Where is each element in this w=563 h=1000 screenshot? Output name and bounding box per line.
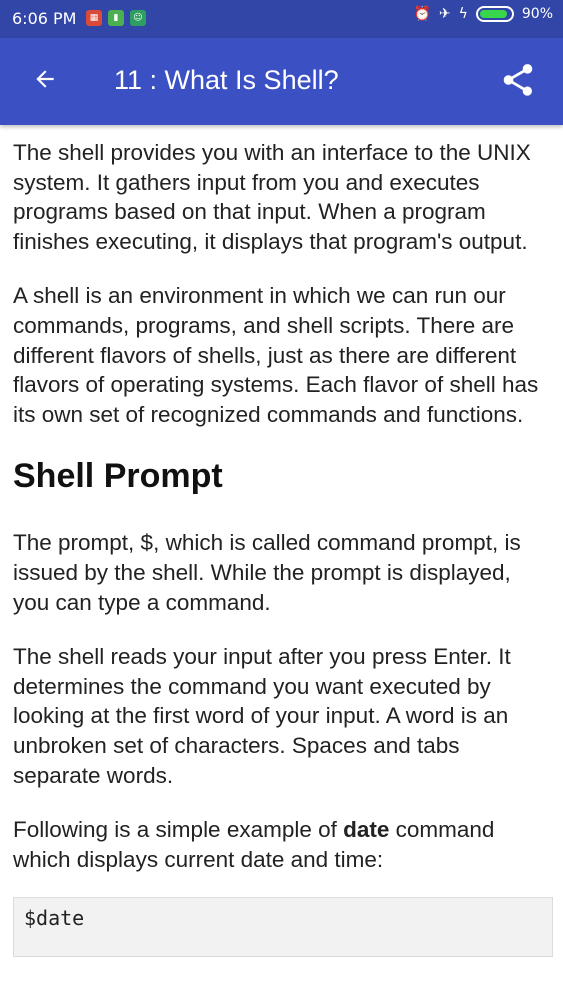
status-time: 6:06 PM (12, 9, 77, 28)
paragraph-4: The shell reads your input after you pre… (13, 644, 511, 788)
share-button[interactable] (496, 58, 540, 102)
code-block: $date (13, 897, 553, 958)
android-app-icon: ☺ (130, 10, 146, 26)
calendar-app-icon: ▦ (86, 10, 102, 26)
paragraph-1: The shell provides you with an interface… (13, 140, 531, 254)
paragraph-2: A shell is an environment in which we ca… (13, 283, 539, 427)
app-toolbar: 11 : What Is Shell? (0, 38, 563, 125)
date-keyword: date (343, 817, 390, 843)
share-icon (503, 64, 533, 96)
airplane-mode-icon: ✈ (438, 6, 451, 22)
section-heading: Shell Prompt (13, 457, 223, 496)
article-content: The shell provides you with an interface… (13, 138, 553, 958)
paragraph-3: The prompt, $, which is called command p… (13, 530, 521, 615)
battery-percent: 90% (521, 6, 553, 22)
battery-icon (475, 6, 514, 22)
paragraph-5-text: Following is a simple example of (13, 817, 344, 843)
charging-icon: ϟ (458, 6, 468, 22)
status-right: ⏰ ✈ ϟ 90% (413, 6, 553, 22)
status-bar: 6:06 PM ▦ ▮ ☺ ⏰ ✈ ϟ 90% (0, 0, 563, 38)
back-button[interactable] (24, 58, 66, 100)
paragraph-5: Following is a simple example of date co… (13, 815, 553, 874)
notification-icons: ▦ ▮ ☺ (86, 10, 146, 26)
sim-app-icon: ▮ (108, 10, 124, 26)
page-title: 11 : What Is Shell? (114, 65, 339, 95)
battery-fill (479, 10, 507, 18)
arrow-left-icon (36, 70, 54, 88)
alarm-icon: ⏰ (413, 6, 431, 22)
